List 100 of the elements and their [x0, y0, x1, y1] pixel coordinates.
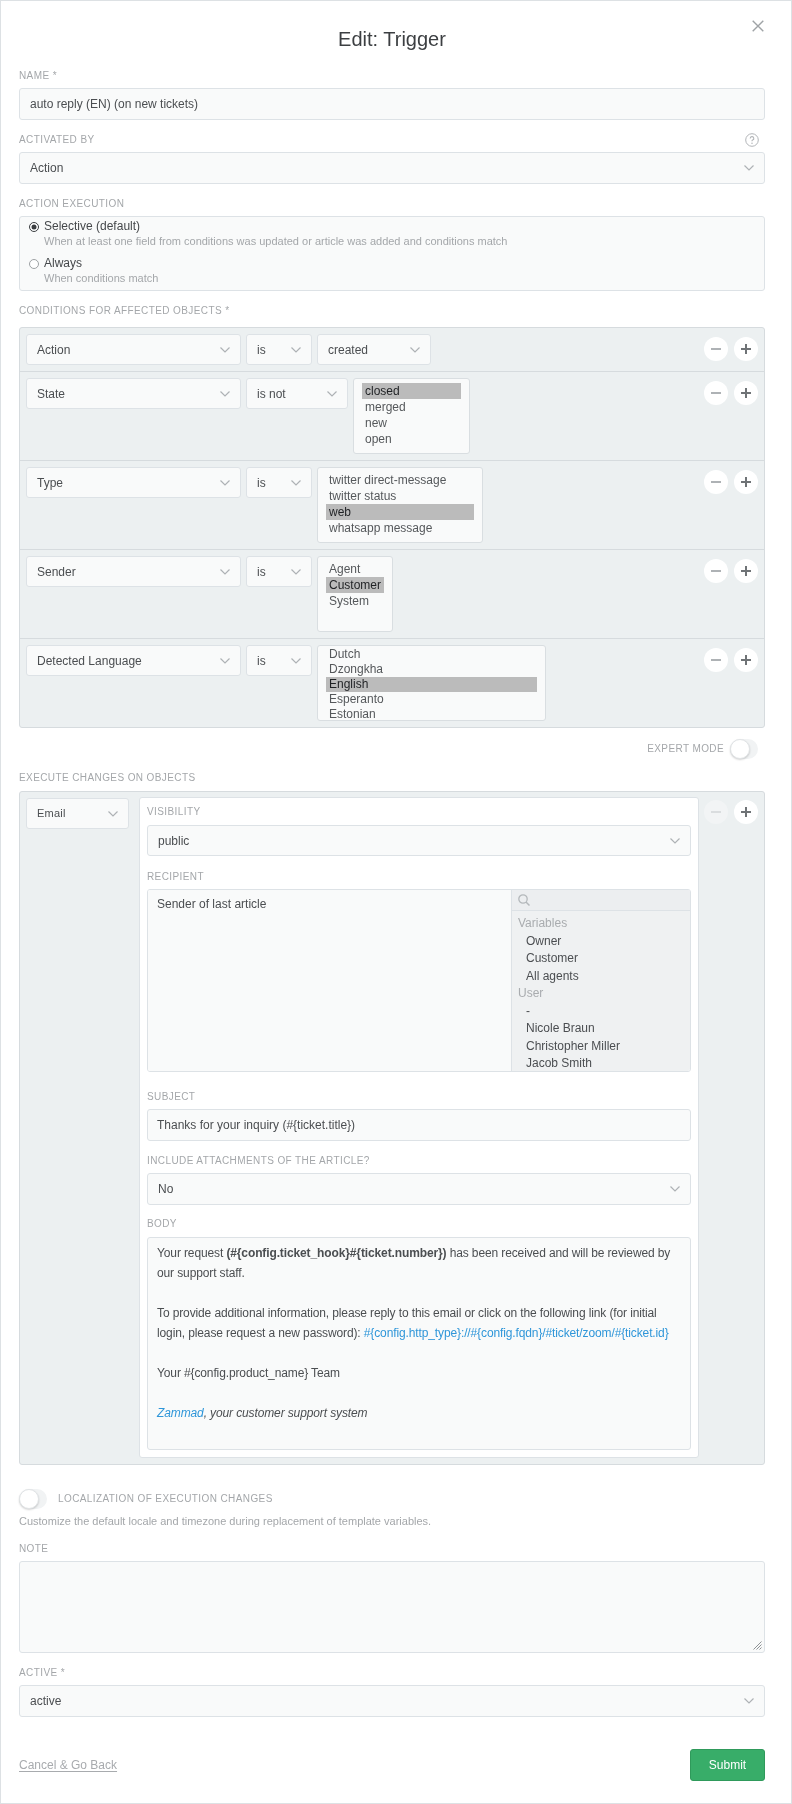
plus-icon [741, 807, 751, 817]
field-label: LOCALIZATION OF EXECUTION CHANGES [58, 1492, 273, 1506]
chevron-down-icon [220, 568, 230, 575]
list-option[interactable]: Dutch [326, 647, 537, 662]
list-option[interactable]: twitter direct-message [326, 472, 474, 488]
picker-option[interactable]: All agents [512, 967, 690, 985]
chevron-down-icon [410, 346, 420, 353]
field-label: EXPERT MODE [647, 742, 724, 756]
multi-select-list[interactable]: twitter direct-message twitter status web whatsapp message [317, 467, 483, 543]
note-field[interactable] [19, 1561, 765, 1653]
help-icon[interactable] [745, 133, 759, 147]
plus-icon [741, 388, 751, 398]
chevron-down-icon [291, 568, 301, 575]
dropdown[interactable]: is [246, 556, 312, 587]
field-label: RECIPIENT [147, 870, 205, 884]
plus-icon [741, 566, 751, 576]
picker-option[interactable]: - [512, 1002, 690, 1020]
add-button[interactable] [734, 648, 758, 672]
field-label: CONDITIONS FOR AFFECTED OBJECTS * [19, 304, 231, 318]
chevron-down-icon [291, 346, 301, 353]
multi-select-list[interactable]: Dutch Dzongkha English Esperanto Estonian [317, 645, 546, 721]
dropdown[interactable]: is [246, 467, 312, 498]
chevron-down-icon [220, 390, 230, 397]
dropdown[interactable]: is not [246, 378, 348, 409]
body-paragraph: To provide additional information, please reply to this email or click on the following link (for initial login, please request a new password): #{config.http_type}://#{config.fqdn}/#ticket/zoom/#{ticket.id} [157, 1305, 670, 1342]
picker-option[interactable]: Jacob Smith [512, 1055, 690, 1071]
dropdown[interactable]: is [246, 645, 312, 676]
picker-option[interactable]: Nicole Braun [512, 1020, 690, 1038]
picker-option[interactable]: Customer [512, 950, 690, 968]
remove-button[interactable] [704, 559, 728, 583]
picker-group-header: User [517, 985, 545, 1002]
radio-button[interactable] [29, 258, 39, 269]
list-option[interactable]: open [362, 431, 461, 447]
text-field[interactable]: auto reply (EN) (on new tickets) [19, 88, 765, 120]
remove-button[interactable] [704, 337, 728, 361]
list-option[interactable]: Estonian [326, 707, 537, 720]
close-icon[interactable] [752, 20, 764, 32]
body-paragraph: Your request (#{config.ticket_hook}#{ticket.number}) has been received and will be reviewed by our support staff. [157, 1245, 672, 1282]
dropdown[interactable]: active [19, 1685, 765, 1717]
list-option[interactable]: closed [362, 383, 461, 399]
remove-button[interactable] [704, 381, 728, 405]
chevron-down-icon [670, 1186, 680, 1192]
dropdown[interactable]: public [147, 825, 691, 856]
dropdown[interactable]: State [26, 378, 241, 409]
dropdown[interactable]: Type [26, 467, 241, 498]
dropdown[interactable]: No [147, 1173, 691, 1205]
dropdown[interactable]: Action [26, 334, 241, 365]
dropdown[interactable]: Detected Language [26, 645, 241, 676]
add-button[interactable] [734, 337, 758, 361]
picker-option[interactable]: Owner [512, 932, 690, 950]
dropdown[interactable]: is [246, 334, 312, 365]
text-field[interactable]: Thanks for your inquiry (#{ticket.title}) [147, 1109, 691, 1141]
list-option[interactable]: Esperanto [326, 692, 537, 707]
dropdown[interactable]: Action [19, 152, 765, 184]
picker-search-field[interactable] [512, 890, 690, 911]
list-option[interactable]: new [362, 415, 461, 431]
resize-handle-icon[interactable] [753, 1641, 762, 1650]
dropdown[interactable]: Sender [26, 556, 241, 587]
field-label: EXECUTE CHANGES ON OBJECTS [19, 771, 197, 785]
minus-icon [711, 392, 721, 394]
dropdown[interactable]: Email [26, 798, 129, 829]
plus-icon [741, 344, 751, 354]
option-label[interactable]: Selective (default) [44, 219, 141, 234]
picker-group-header: Variables [517, 915, 569, 932]
chevron-down-icon [291, 479, 301, 486]
remove-button[interactable] [704, 470, 728, 494]
list-option[interactable]: System [326, 593, 384, 609]
field-label: INCLUDE ATTACHMENTS OF THE ARTICLE? [147, 1154, 371, 1168]
option-label[interactable]: Always [44, 256, 82, 271]
list-option[interactable]: Customer [326, 577, 384, 593]
toggle-switch[interactable] [730, 739, 758, 759]
add-button[interactable] [734, 381, 758, 405]
radio-button[interactable] [29, 221, 39, 232]
multi-select-list[interactable]: closed merged new open [353, 378, 470, 454]
description-text: Customize the default locale and timezone during replacement of template variables. [19, 1514, 433, 1529]
plus-icon [741, 655, 751, 665]
search-icon [518, 894, 530, 906]
field-label: NAME * [19, 69, 58, 83]
list-option[interactable]: Dzongkha [326, 662, 537, 677]
list-option[interactable]: English [326, 677, 537, 692]
list-option[interactable]: merged [362, 399, 461, 415]
dropdown[interactable]: created [317, 334, 431, 365]
add-button[interactable] [734, 800, 758, 824]
add-button[interactable] [734, 559, 758, 583]
chevron-down-icon [220, 346, 230, 353]
toggle-switch[interactable] [19, 1489, 47, 1509]
picker-option[interactable]: Christopher Miller [512, 1037, 690, 1055]
add-button[interactable] [734, 470, 758, 494]
dialog-title: Edit: Trigger [338, 27, 446, 52]
list-option[interactable]: Agent [326, 561, 384, 577]
recipient-input[interactable]: Sender of last article [148, 890, 511, 1071]
list-option[interactable]: web [326, 504, 474, 520]
option-description: When at least one field from conditions was updated or article was added and conditions match [43, 234, 509, 249]
chevron-down-icon [744, 165, 754, 171]
list-option[interactable]: twitter status [326, 488, 474, 504]
list-option[interactable]: whatsapp message [326, 520, 474, 536]
chevron-down-icon [220, 657, 230, 664]
multi-select-list[interactable]: Agent Customer System [317, 556, 393, 632]
remove-button[interactable] [704, 648, 728, 672]
chevron-down-icon [670, 837, 680, 844]
